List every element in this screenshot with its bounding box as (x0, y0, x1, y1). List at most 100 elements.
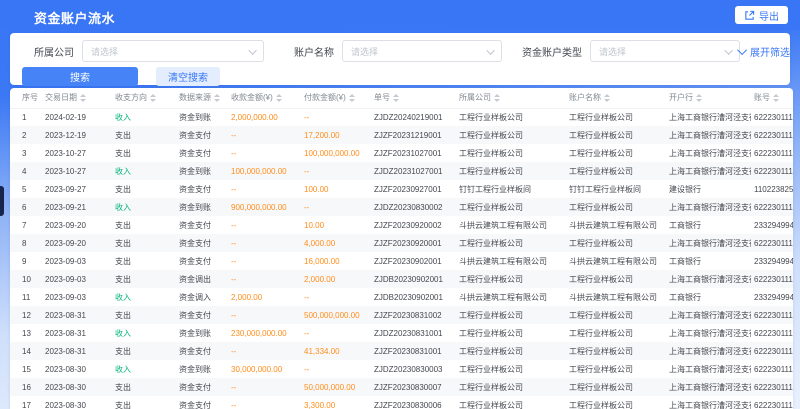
cell-order-no: ZJZF20230920001 (371, 234, 456, 252)
cell-order-no: ZJDZ20230830003 (371, 360, 456, 378)
cell-direction: 支出 (112, 396, 176, 409)
column-header-index: 序号 (10, 88, 42, 108)
cell-order-no: ZJDB20230902001 (371, 288, 456, 306)
cell-date: 2023-09-03 (42, 252, 112, 270)
cell-bank: 工商银行 (666, 252, 751, 270)
cell-index: 4 (10, 162, 42, 180)
sort-icon[interactable] (773, 94, 779, 102)
column-header-order-no[interactable]: 单号 (371, 88, 456, 108)
sort-icon[interactable] (349, 94, 355, 102)
column-header-income-amount[interactable]: 收款金额(¥) (228, 88, 301, 108)
column-header-payment-amount[interactable]: 付款金额(¥) (301, 88, 371, 108)
cell-order-no: ZJDZ20230831001 (371, 324, 456, 342)
table-row[interactable]: 22023-12-19支出资金支付--17,200.00ZJZF20231219… (10, 126, 793, 144)
cell-account-no: 622230111 (751, 306, 793, 324)
sort-icon[interactable] (276, 94, 282, 102)
search-button[interactable]: 搜索 (22, 67, 138, 86)
column-label: 数据来源 (179, 93, 211, 102)
sort-icon[interactable] (393, 94, 399, 102)
cell-account-no: 622230111 (751, 126, 793, 144)
account-name-select[interactable]: 请选择 (342, 40, 502, 62)
sort-icon[interactable] (494, 94, 500, 102)
table-row[interactable]: 102023-09-03支出资金调出--2,000.00ZJDB20230902… (10, 270, 793, 288)
chevron-down-icon (724, 46, 732, 54)
column-header-date[interactable]: 交易日期 (42, 88, 112, 108)
cell-source: 资金支付 (176, 216, 228, 234)
cell-income-amount: 230,000,000.00 (228, 324, 301, 342)
cell-index: 16 (10, 378, 42, 396)
table-row[interactable]: 142023-08-31支出资金支付--41,334.00ZJZF2023083… (10, 342, 793, 360)
sort-icon[interactable] (150, 94, 156, 102)
cell-source: 资金调入 (176, 288, 228, 306)
cell-source: 资金到账 (176, 198, 228, 216)
cell-order-no: ZJZF20230830007 (371, 378, 456, 396)
clear-search-button[interactable]: 清空搜索 (156, 67, 220, 86)
cell-account-no: 622230111 (751, 144, 793, 162)
column-label: 所属公司 (459, 93, 491, 102)
cell-account-name: 斗拱云建筑工程有限公司 (566, 216, 666, 234)
column-header-direction[interactable]: 收支方向 (112, 88, 176, 108)
table-body: 12024-02-19收入资金到账2,000,000.00--ZJDZ20240… (10, 108, 793, 409)
cell-order-no: ZJDB20230902001 (371, 270, 456, 288)
table-row[interactable]: 82023-09-20支出资金支付--4,000.00ZJZF202309200… (10, 234, 793, 252)
cell-company: 工程行业样板公司 (456, 396, 566, 409)
cell-company: 工程行业样板公司 (456, 126, 566, 144)
cell-account-name: 工程行业样板公司 (566, 360, 666, 378)
company-select[interactable]: 请选择 (82, 40, 264, 62)
sort-icon[interactable] (696, 94, 702, 102)
table-row[interactable]: 152023-08-30收入资金到账30,000,000.00--ZJDZ202… (10, 360, 793, 378)
cell-bank: 工商银行 (666, 288, 751, 306)
cell-order-no: ZJDZ20230830002 (371, 198, 456, 216)
account-type-select[interactable]: 请选择 (590, 40, 740, 62)
cell-source: 资金支付 (176, 306, 228, 324)
cell-bank: 上海工商银行漕河泾支行 (666, 198, 751, 216)
column-header-source[interactable]: 数据来源 (176, 88, 228, 108)
cell-income-amount: -- (228, 270, 301, 288)
table-row[interactable]: 162023-08-30支出资金支付--50,000,000.00ZJZF202… (10, 378, 793, 396)
sort-icon[interactable] (214, 94, 220, 102)
table-row[interactable]: 32023-10-27支出资金支付--100,000,000.00ZJZF202… (10, 144, 793, 162)
column-header-company[interactable]: 所属公司 (456, 88, 566, 108)
cell-source: 资金调出 (176, 270, 228, 288)
cell-account-no: 622230111 (751, 324, 793, 342)
table-row[interactable]: 52023-09-27支出资金支付--100.00ZJZF20230927001… (10, 180, 793, 198)
cell-bank: 上海工商银行漕河泾支行 (666, 126, 751, 144)
cell-income-amount: -- (228, 234, 301, 252)
cell-index: 3 (10, 144, 42, 162)
column-header-account-no[interactable]: 账号 (751, 88, 793, 108)
column-header-account-name[interactable]: 账户名称 (566, 88, 666, 108)
table-row[interactable]: 62023-09-21收入资金到账900,000,000.00--ZJDZ202… (10, 198, 793, 216)
cell-order-no: ZJDZ20231027001 (371, 162, 456, 180)
table-row[interactable]: 92023-09-03支出资金支付--16,000.00ZJZF20230902… (10, 252, 793, 270)
expand-filters-label: 展开筛选 (750, 44, 790, 59)
table-row[interactable]: 42023-10-27收入资金到账100,000,000.00--ZJDZ202… (10, 162, 793, 180)
cell-index: 11 (10, 288, 42, 306)
cell-source: 资金支付 (176, 126, 228, 144)
cell-date: 2023-09-20 (42, 234, 112, 252)
sort-icon[interactable] (80, 94, 86, 102)
export-button[interactable]: 导出 (735, 6, 788, 24)
cell-direction: 收入 (112, 288, 176, 306)
cell-index: 12 (10, 306, 42, 324)
cell-date: 2023-08-30 (42, 396, 112, 409)
side-panel-handle[interactable] (0, 186, 4, 216)
table-row[interactable]: 172023-08-30支出资金支付--3,300.00ZJZF20230830… (10, 396, 793, 409)
cell-bank: 上海工商银行漕河泾支行 (666, 378, 751, 396)
cell-index: 1 (10, 108, 42, 126)
table-row[interactable]: 12024-02-19收入资金到账2,000,000.00--ZJDZ20240… (10, 108, 793, 126)
cell-income-amount: -- (228, 306, 301, 324)
cell-account-name: 工程行业样板公司 (566, 396, 666, 409)
table-row[interactable]: 122023-08-31支出资金支付--500,000,000.00ZJZF20… (10, 306, 793, 324)
table-row[interactable]: 72023-09-20支出资金支付--10.00ZJZF20230920002斗… (10, 216, 793, 234)
cell-account-name: 工程行业样板公司 (566, 378, 666, 396)
sort-icon[interactable] (604, 94, 610, 102)
expand-filters-link[interactable]: 展开筛选 (740, 44, 790, 59)
column-header-bank[interactable]: 开户行 (666, 88, 751, 108)
table-row[interactable]: 132023-08-31收入资金到账230,000,000.00--ZJDZ20… (10, 324, 793, 342)
table-row[interactable]: 112023-09-03收入资金调入2,000.00--ZJDB20230902… (10, 288, 793, 306)
cell-account-no: 622230111 (751, 342, 793, 360)
column-label: 序号 (22, 93, 38, 102)
cell-direction: 收入 (112, 108, 176, 126)
cell-index: 6 (10, 198, 42, 216)
cell-income-amount: 900,000,000.00 (228, 198, 301, 216)
